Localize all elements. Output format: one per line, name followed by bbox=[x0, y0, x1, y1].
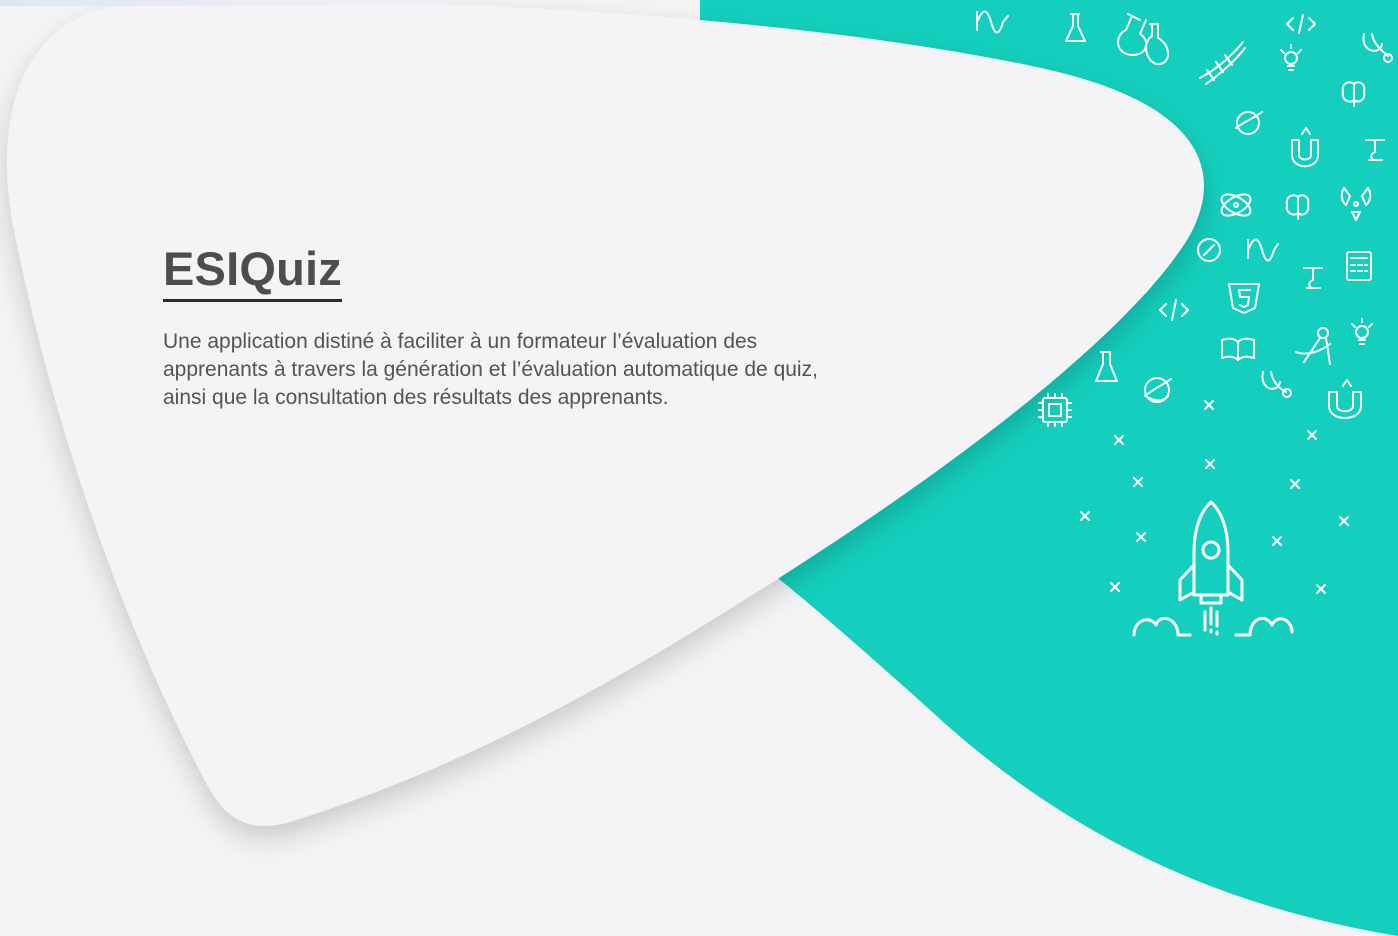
top-strip bbox=[0, 0, 520, 6]
background-shapes bbox=[6, 0, 1398, 936]
app-description: Une application distiné à faciliter à un… bbox=[163, 330, 818, 409]
app-title: ESIQuiz bbox=[163, 240, 342, 302]
hero-content: ESIQuiz Une application distiné à facili… bbox=[163, 240, 883, 412]
splash-screen: ESIQuiz Une application distiné à facili… bbox=[0, 0, 1398, 936]
